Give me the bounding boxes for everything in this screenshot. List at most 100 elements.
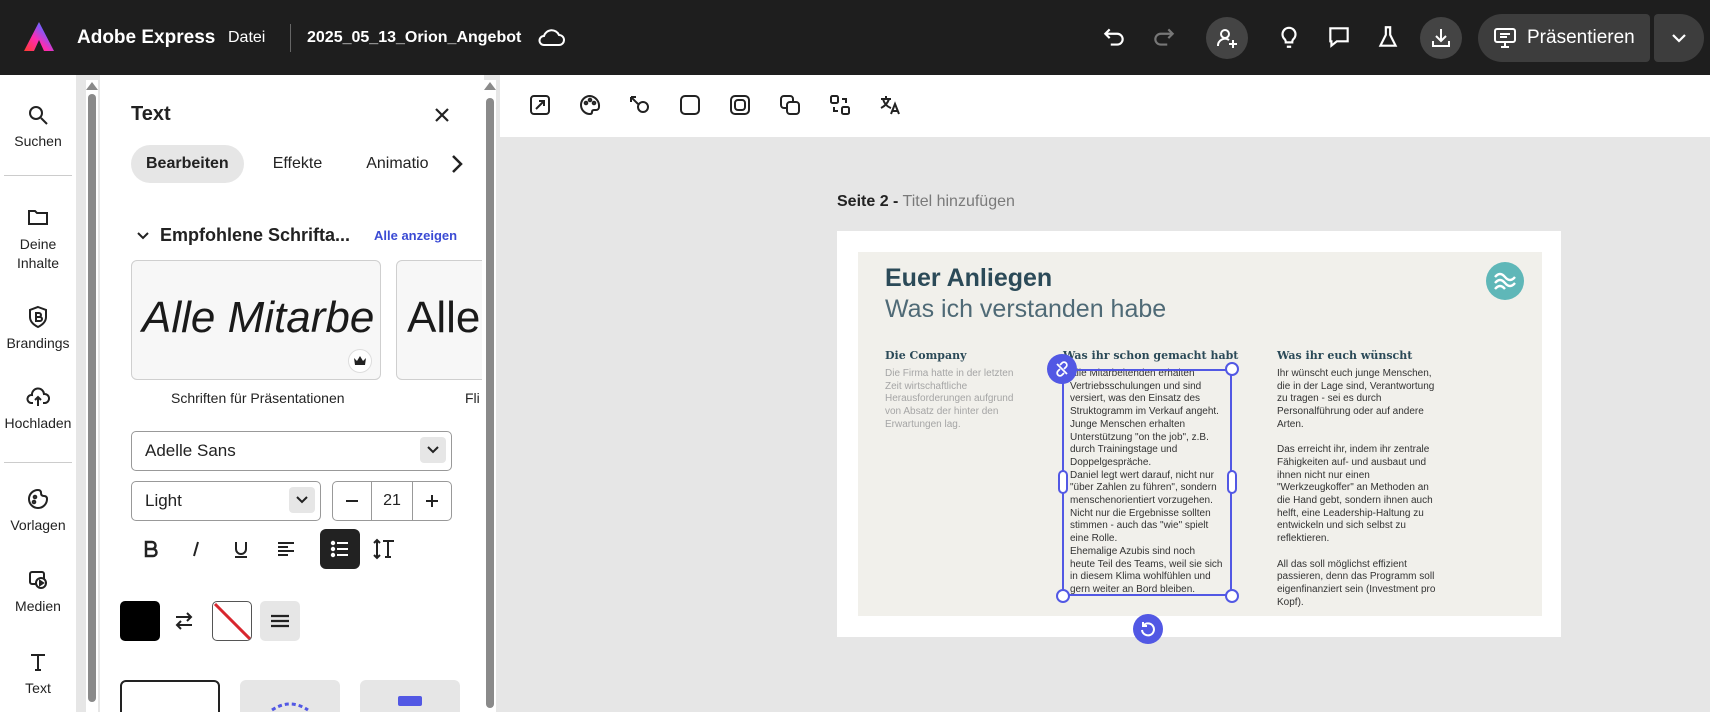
font-family-value: Adelle Sans (145, 441, 236, 460)
company-logo-icon[interactable] (1486, 262, 1524, 300)
text-style-card[interactable] (360, 680, 460, 712)
undo-icon[interactable] (1098, 21, 1130, 53)
palette-icon[interactable] (576, 91, 604, 119)
line-spacing-icon (373, 538, 394, 560)
rail-divider (4, 462, 72, 463)
unlink-icon (1056, 361, 1068, 377)
rail-item-brandings[interactable]: Brandings (0, 305, 76, 351)
text-style-card[interactable] (120, 680, 220, 712)
scroll-up-icon[interactable] (86, 82, 98, 90)
rail-scrollbar[interactable] (86, 80, 98, 712)
font-size-stepper[interactable]: 21 (332, 481, 452, 521)
resize-handle[interactable] (1056, 589, 1070, 603)
layers-icon[interactable] (776, 91, 804, 119)
decrease-size-button[interactable] (333, 482, 371, 520)
rail-label: Medien (15, 598, 61, 614)
resize-handle[interactable] (1225, 362, 1239, 376)
text-color-swatch[interactable] (120, 601, 160, 641)
rail-item-search[interactable]: Suchen (0, 103, 76, 149)
underline-button[interactable] (221, 529, 261, 569)
column-heading[interactable]: Was ihr schon gemacht habt (1063, 349, 1238, 362)
redo-icon[interactable] (1148, 21, 1180, 53)
scroll-thumb[interactable] (88, 94, 96, 702)
font-card[interactable]: Alle (396, 260, 482, 380)
text-highlight-button[interactable] (260, 601, 300, 641)
present-label: Präsentieren (1527, 27, 1635, 48)
align-left-button[interactable] (266, 529, 306, 569)
increase-size-button[interactable] (413, 482, 451, 520)
top-bar: Adobe Express Datei 2025_05_13_Orion_Ang… (0, 0, 1710, 75)
rail-label: Hochladen (4, 415, 72, 431)
mask-icon[interactable] (726, 91, 754, 119)
bullet-list-button[interactable] (320, 529, 360, 569)
shapes-link-icon[interactable] (626, 91, 654, 119)
slide-title[interactable]: Euer Anliegen (885, 264, 1052, 293)
highlight-lines-icon (271, 614, 289, 628)
swap-icon (175, 612, 193, 630)
scroll-up-icon[interactable] (484, 82, 496, 90)
italic-button[interactable] (176, 529, 216, 569)
text-icon (31, 654, 45, 671)
document-name[interactable]: 2025_05_13_Orion_Angebot (307, 29, 521, 47)
font-weight-value: Light (145, 491, 182, 510)
app-name[interactable]: Adobe Express (77, 27, 215, 49)
column-body[interactable]: Ihr wünscht euch junge Menschen, die in … (1277, 368, 1435, 609)
replace-icon[interactable] (826, 91, 854, 119)
side-resize-handle[interactable] (1227, 470, 1237, 494)
rail-item-content[interactable]: Deine Inhalte (0, 205, 76, 273)
column-heading[interactable]: Die Company (885, 349, 967, 362)
rail-item-upload[interactable]: Hochladen (0, 385, 76, 431)
font-card-label: Schriften für Präsentationen (171, 390, 345, 406)
rail-item-templates[interactable]: Vorlagen (0, 487, 76, 533)
invite-user-button[interactable] (1206, 17, 1248, 59)
font-card-label: Fli (465, 390, 480, 406)
underline-icon (235, 542, 247, 558)
lightbulb-icon[interactable] (1273, 21, 1305, 53)
frame-icon[interactable] (676, 91, 704, 119)
slide-subtitle[interactable]: Was ich verstanden habe (885, 295, 1166, 324)
font-size-value[interactable]: 21 (371, 482, 413, 520)
adobe-express-logo-icon[interactable] (22, 20, 56, 54)
text-style-card[interactable] (240, 680, 340, 712)
present-button[interactable]: Präsentieren (1478, 14, 1650, 62)
bold-button[interactable] (131, 529, 171, 569)
cloud-sync-icon[interactable] (536, 25, 566, 51)
present-options-button[interactable] (1654, 14, 1704, 62)
resize-handle[interactable] (1225, 589, 1239, 603)
translate-icon[interactable] (876, 91, 904, 119)
column-heading[interactable]: Was ihr euch wünscht (1277, 349, 1412, 362)
page-title-placeholder[interactable]: Titel hinzufügen (903, 193, 1015, 210)
divider (290, 24, 291, 52)
unlink-button[interactable] (1047, 354, 1077, 384)
rail-item-media[interactable]: Medien (0, 568, 76, 614)
font-family-select[interactable]: Adelle Sans (131, 431, 452, 471)
resize-icon[interactable] (526, 91, 554, 119)
font-card[interactable]: Alle Mitarbe (131, 260, 381, 380)
rail-label: Suchen (14, 133, 62, 149)
column-body[interactable]: Die Firma hatte in der letzten Zeit wirt… (885, 368, 1013, 432)
line-spacing-button[interactable] (364, 529, 404, 569)
brand-shield-icon (29, 305, 47, 329)
page-label[interactable]: Seite 2 - Titel hinzufügen (837, 193, 1015, 211)
beaker-icon[interactable] (1372, 21, 1404, 53)
font-weight-select[interactable]: Light (131, 481, 321, 521)
file-menu[interactable]: Datei (228, 29, 265, 47)
swap-colors-button[interactable] (164, 601, 204, 641)
selection-box[interactable] (1062, 369, 1232, 596)
rotate-button[interactable] (1133, 614, 1163, 644)
rail-item-text[interactable]: Text (0, 650, 76, 696)
panel-scrollbar[interactable] (484, 80, 496, 712)
download-icon (1432, 29, 1450, 47)
rotate-icon (1141, 622, 1155, 637)
side-resize-handle[interactable] (1058, 470, 1068, 494)
comment-icon[interactable] (1323, 21, 1355, 53)
background-color-none-swatch[interactable] (212, 601, 252, 641)
bold-icon (144, 540, 158, 558)
font-preview: Alle (407, 293, 481, 342)
premium-crown-icon (348, 349, 372, 373)
scroll-thumb[interactable] (486, 98, 494, 708)
rail-divider (4, 175, 72, 176)
font-preview: Alle Mitarbe (142, 293, 375, 342)
italic-icon (193, 541, 199, 557)
download-button[interactable] (1420, 17, 1462, 59)
